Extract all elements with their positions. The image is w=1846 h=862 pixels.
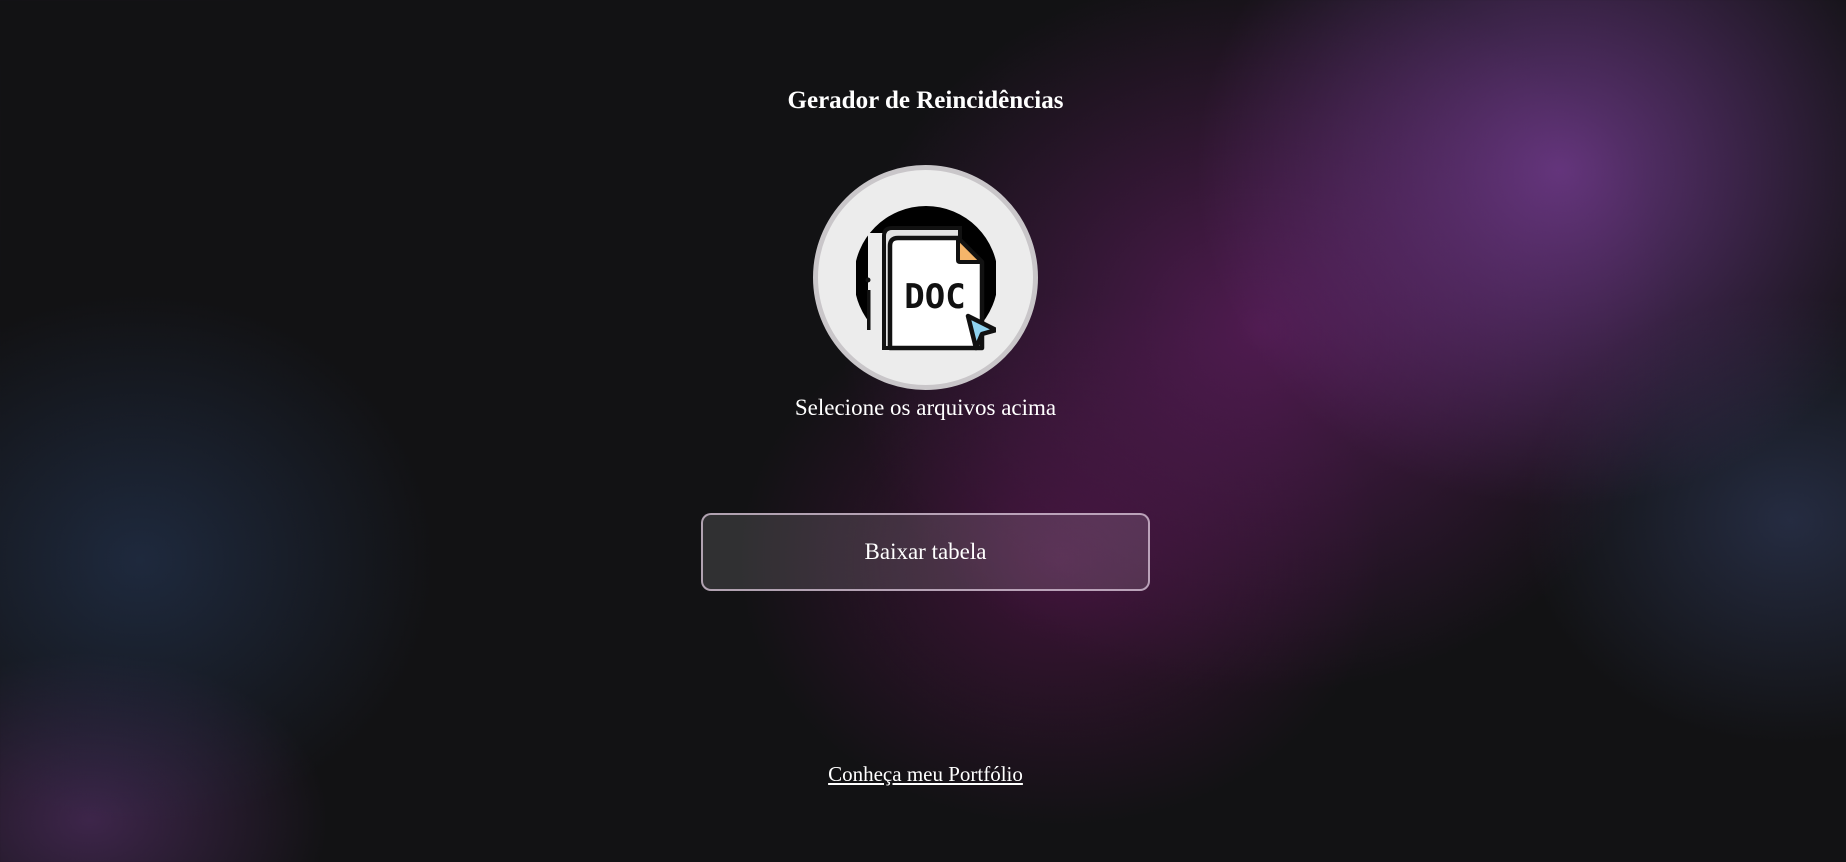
file-upload-button[interactable]: DOC bbox=[813, 165, 1038, 390]
portfolio-footer: Conheça meu Portfólio bbox=[0, 762, 1846, 787]
doc-file-icon: DOC bbox=[855, 205, 996, 350]
doc-label: DOC bbox=[904, 277, 965, 317]
upload-hint: Selecione os arquivos acima bbox=[794, 395, 1057, 420]
page-title: Gerador de Reincidências bbox=[787, 87, 1064, 114]
edge-dot bbox=[865, 277, 870, 282]
download-table-button[interactable]: Baixar tabela bbox=[701, 513, 1150, 591]
edge-line bbox=[866, 289, 870, 330]
portfolio-link[interactable]: Conheça meu Portfólio bbox=[828, 762, 1023, 786]
